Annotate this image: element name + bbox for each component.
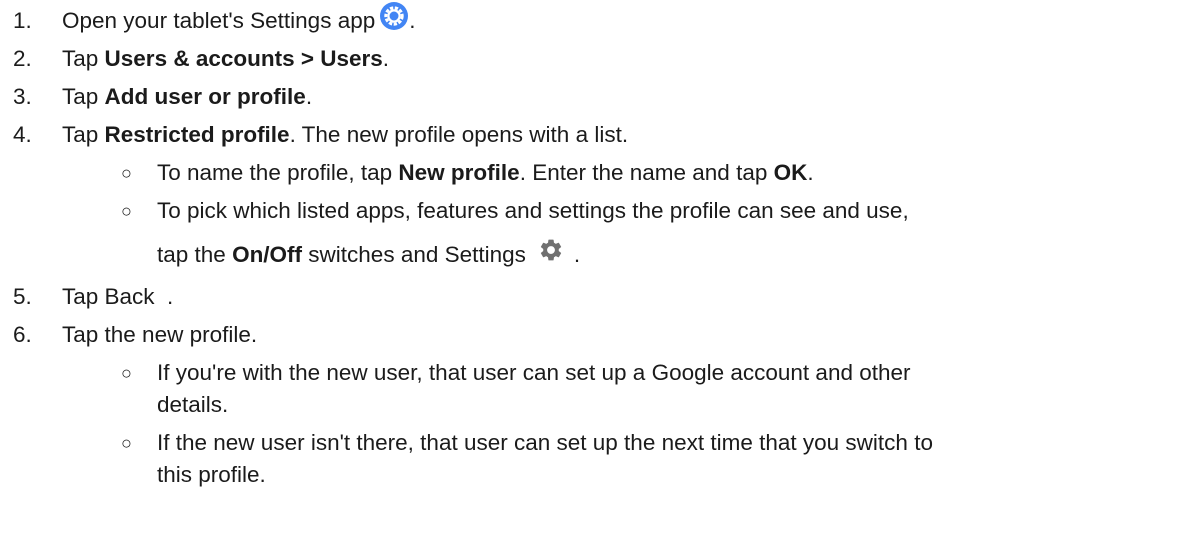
step-6: 6. Tap the new profile. <box>0 320 1179 350</box>
step-5: 5. Tap Back . <box>0 282 1179 312</box>
step-4: 4. Tap Restricted profile. The new profi… <box>0 120 1179 150</box>
step-number: 2. <box>13 46 32 71</box>
step-emphasis: Users & accounts > Users <box>104 46 383 71</box>
step-emphasis: Add user or profile <box>104 84 306 109</box>
substep-4b-continued: tap the On/Off switches and Settings . <box>0 237 1179 270</box>
bullet-circle: ○ <box>121 163 132 183</box>
step-text-end: . The new profile opens with a list. <box>289 122 629 147</box>
step-1: 1. Open your tablet's Settings app . <box>0 2 1179 36</box>
substep-text: If you're with the new user, that user c… <box>157 360 911 385</box>
step-number: 1. <box>13 8 32 33</box>
step-text-end: . <box>382 46 390 71</box>
substep-text: this profile. <box>157 462 266 487</box>
step-number: 6. <box>13 322 32 347</box>
substep-text-end: . <box>573 242 581 267</box>
step-text: Tap <box>62 84 105 109</box>
substep-emphasis: OK <box>773 160 808 185</box>
step-text-end: . <box>305 84 313 109</box>
step-text: Tap Back . <box>62 284 174 309</box>
substep-text: switches and Settings <box>302 242 526 267</box>
step-text: Tap the new profile. <box>62 322 258 347</box>
substep-text: To name the profile, tap <box>157 160 399 185</box>
substep-4b: ○ To pick which listed apps, features an… <box>0 196 1179 226</box>
step-number: 5. <box>13 284 32 309</box>
settings-app-icon <box>379 1 409 31</box>
step-text: Open your tablet's Settings app <box>62 8 376 33</box>
step-text: Tap <box>62 122 105 147</box>
step-2: 2. Tap Users & accounts > Users. <box>0 44 1179 74</box>
substep-text: If the new user isn't there, that user c… <box>157 430 933 455</box>
substep-text: tap the <box>157 242 233 267</box>
step-text: Tap <box>62 46 105 71</box>
substep-6b-continued: this profile. <box>0 460 1179 490</box>
substep-emphasis: New profile <box>398 160 520 185</box>
substep-emphasis: On/Off <box>232 242 303 267</box>
substep-6a: ○ If you're with the new user, that user… <box>0 358 1179 388</box>
substep-4a: ○ To name the profile, tap New profile. … <box>0 158 1179 188</box>
step-text-end: . <box>409 8 416 33</box>
substep-text: details. <box>157 392 229 417</box>
substep-6a-continued: details. <box>0 390 1179 420</box>
step-emphasis: Restricted profile <box>104 122 290 147</box>
gear-icon <box>538 237 564 263</box>
bullet-circle: ○ <box>121 363 132 383</box>
step-number: 3. <box>13 84 32 109</box>
step-3: 3. Tap Add user or profile. <box>0 82 1179 112</box>
substep-text: . Enter the name and tap <box>519 160 774 185</box>
substep-text: To pick which listed apps, features and … <box>157 198 909 223</box>
step-number: 4. <box>13 122 32 147</box>
substep-text-end: . <box>807 160 814 185</box>
substep-6b: ○ If the new user isn't there, that user… <box>0 428 1179 458</box>
bullet-circle: ○ <box>121 201 132 221</box>
bullet-circle: ○ <box>121 433 132 453</box>
